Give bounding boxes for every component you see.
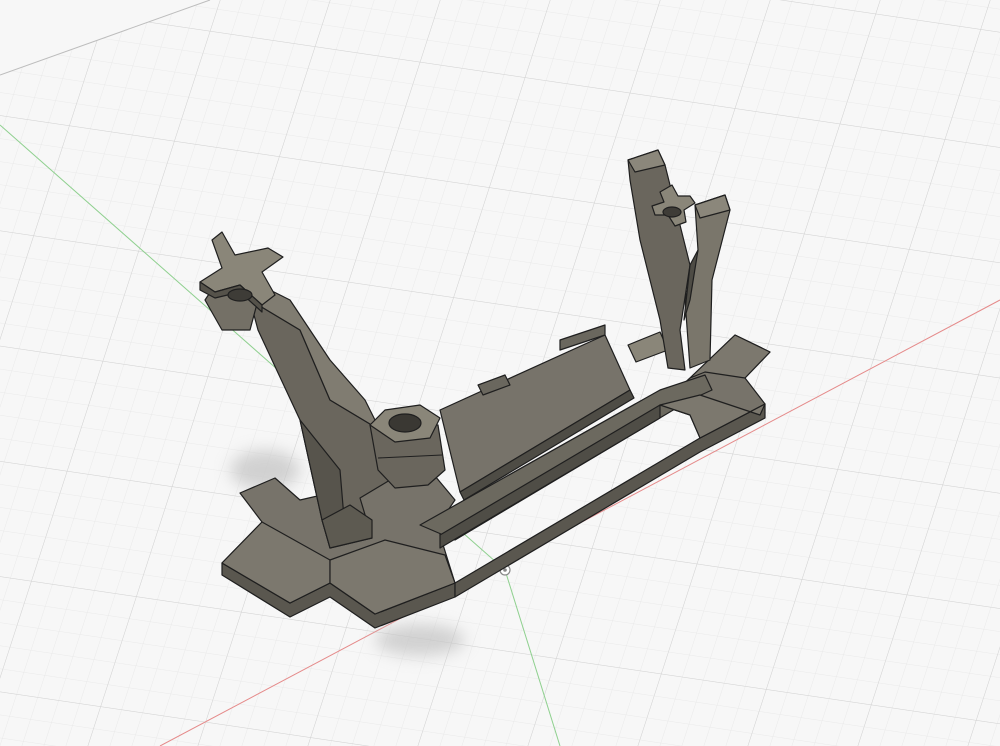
right-knob-hole: [662, 206, 682, 218]
left-knob-hole: [227, 288, 253, 302]
3d-viewport-canvas[interactable]: [0, 0, 1000, 746]
viewport-scene: [0, 0, 1000, 746]
ground-grid: [0, 0, 1000, 746]
hex-nut-hole: [388, 413, 422, 433]
